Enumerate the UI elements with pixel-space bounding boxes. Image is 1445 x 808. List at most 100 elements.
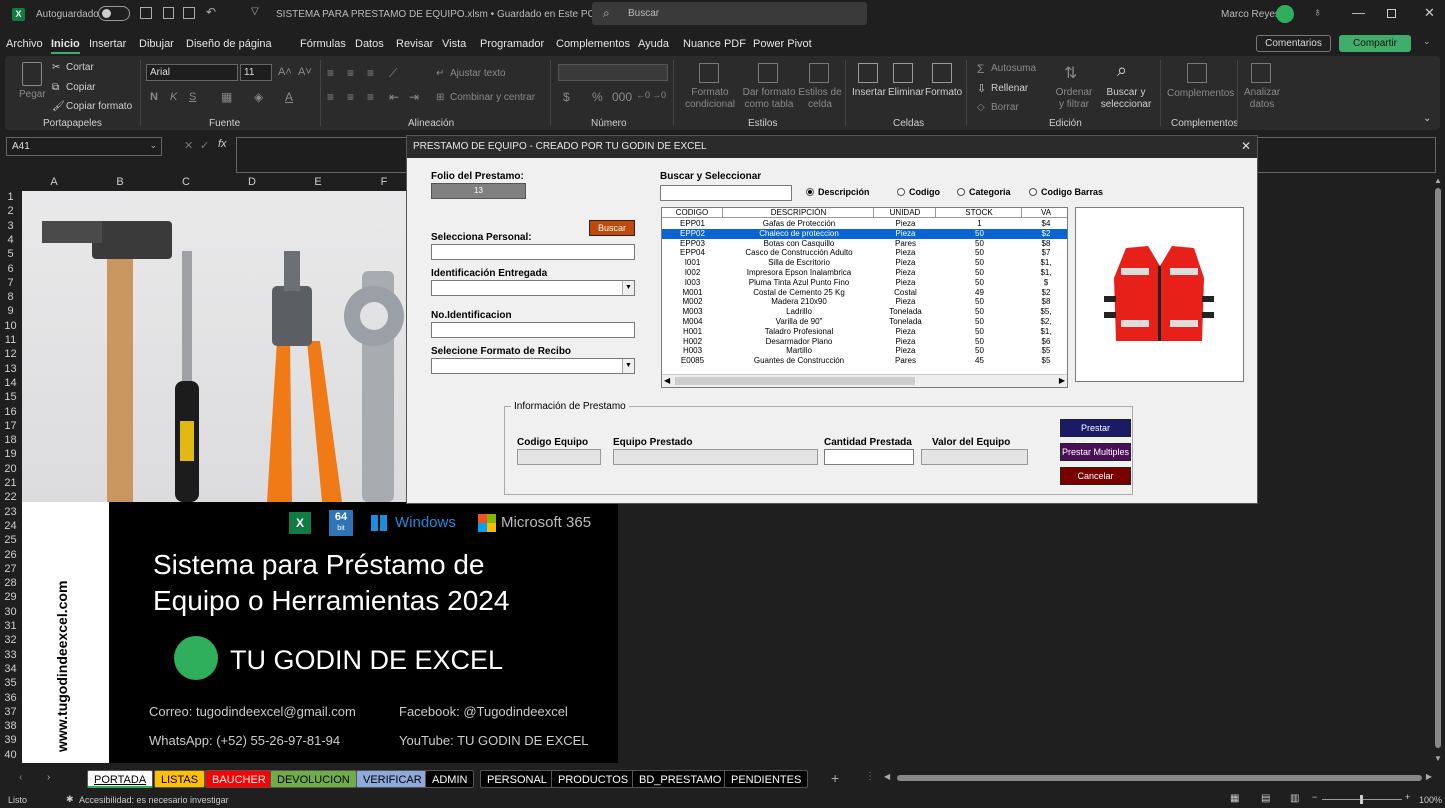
row-header[interactable]: 6 — [0, 263, 21, 275]
wrap-icon[interactable]: ↵ — [436, 68, 444, 79]
sheet-tab-personal[interactable]: PERSONAL — [480, 770, 554, 788]
zoom-slider-thumb[interactable] — [1360, 795, 1363, 804]
fill-icon[interactable]: ⇩ — [977, 82, 986, 95]
row-header[interactable]: 30 — [0, 606, 21, 618]
scroll-down-icon[interactable]: ▼ — [1434, 754, 1442, 763]
add-sheet-icon[interactable]: + — [831, 770, 839, 786]
row-header[interactable]: 22 — [0, 491, 21, 503]
merge-icon[interactable]: ⊞ — [436, 92, 444, 103]
sheet-tab-devolucion[interactable]: DEVOLUCION — [270, 770, 357, 788]
delete-cells-icon[interactable] — [893, 63, 913, 83]
collapse-ribbon-icon[interactable]: ⌄ — [1423, 113, 1431, 124]
scroll-left-icon[interactable]: ◀ — [664, 376, 670, 385]
confirm-icon[interactable]: ✓ — [200, 139, 209, 152]
quantity-input[interactable] — [824, 449, 914, 465]
row-header[interactable]: 16 — [0, 406, 21, 418]
decrease-decimal-icon[interactable]: →0 — [652, 90, 666, 100]
menu-dibujar[interactable]: Dibujar — [139, 38, 174, 50]
delete-cells-label[interactable]: Eliminar — [888, 87, 924, 98]
radio-codigo-barras[interactable] — [1029, 188, 1037, 196]
normal-view-icon[interactable]: ▦ — [1230, 793, 1239, 804]
listbox-row[interactable]: H003 Martillo Pieza 50 $5 — [662, 346, 1067, 356]
radio-descripcion-label[interactable]: Descripción — [818, 187, 870, 197]
dropdown-arrow-icon[interactable]: ▼ — [622, 281, 634, 295]
sheet-tab-verificar[interactable]: VERIFICAR — [356, 770, 429, 788]
lend-individual-button[interactable]: Prestar Individual — [1060, 419, 1131, 449]
analyze-data-label[interactable]: Analizar datos — [1244, 87, 1280, 111]
listbox-row[interactable]: H001 Taladro Profesional Pieza 50 $1, — [662, 327, 1067, 337]
row-header[interactable]: 3 — [0, 220, 21, 232]
product-listbox[interactable]: CODIGO DESCRIPCIÓN UNIDAD STOCK VA EPP01… — [661, 207, 1068, 388]
copy-label[interactable]: Copiar — [66, 82, 95, 93]
menu-insertar[interactable]: Insertar — [89, 38, 126, 50]
align-center-icon[interactable]: ≡ — [347, 90, 354, 104]
dropdown-arrow-icon[interactable]: ▼ — [622, 359, 634, 373]
dialog-close-icon[interactable]: ✕ — [1241, 139, 1251, 153]
more-options-icon[interactable]: ⋮ — [865, 771, 875, 782]
merge-label[interactable]: Combinar y centrar — [450, 92, 535, 103]
align-top-icon[interactable]: ≡ — [327, 66, 334, 80]
row-header[interactable]: 13 — [0, 363, 21, 375]
radio-codigo[interactable] — [897, 188, 905, 196]
paste-label[interactable]: Pegar — [19, 89, 46, 100]
radio-codigo-barras-label[interactable]: Codigo Barras — [1041, 187, 1103, 197]
conditional-format-label[interactable]: Formato condicional — [682, 87, 738, 111]
analyze-data-icon[interactable] — [1251, 63, 1271, 83]
row-header[interactable]: 18 — [0, 434, 21, 446]
listbox-row[interactable]: H002 Desarmador Plano Pieza 50 $6 — [662, 337, 1067, 347]
shrink-font-icon[interactable]: A˅ — [298, 66, 312, 78]
listbox-row[interactable]: E0085 Guantes de Construcción Pares 45 $5 — [662, 356, 1067, 366]
row-header[interactable]: 10 — [0, 320, 21, 332]
row-header[interactable]: 37 — [0, 706, 21, 718]
sheet-tab-pendientes[interactable]: PENDIENTES — [724, 770, 809, 788]
row-header[interactable]: 17 — [0, 420, 21, 432]
cancel-button[interactable]: Cancelar — [1060, 467, 1131, 485]
sort-filter-icon[interactable]: ⇅ — [1064, 63, 1077, 83]
autosum-icon[interactable]: Σ — [977, 62, 984, 76]
row-header[interactable]: 40 — [0, 749, 21, 761]
column-header-e[interactable]: E — [286, 176, 350, 190]
indent-decrease-icon[interactable]: ⇤ — [389, 90, 399, 104]
cancel-icon[interactable]: ✕ — [184, 139, 193, 152]
row-header[interactable]: 21 — [0, 477, 21, 489]
function-icon[interactable]: fx — [218, 138, 227, 150]
underline-icon[interactable]: S — [189, 91, 196, 103]
tab-scroll-left-icon[interactable]: ‹ — [19, 772, 22, 783]
menu-datos[interactable]: Datos — [355, 38, 384, 50]
menu-inicio[interactable]: Inicio — [51, 38, 80, 54]
accessibility-status[interactable]: Accesibilidad: es necesario investigar — [79, 795, 229, 805]
row-header[interactable]: 33 — [0, 649, 21, 661]
row-header[interactable]: 20 — [0, 463, 21, 475]
undo-icon[interactable]: ↶ — [206, 5, 216, 19]
autosave-toggle[interactable] — [98, 6, 130, 21]
row-header[interactable]: 26 — [0, 549, 21, 561]
radio-categoria-label[interactable]: Categoria — [969, 187, 1011, 197]
column-header-c[interactable]: C — [154, 176, 218, 190]
hscroll-right-icon[interactable]: ▶ — [1426, 772, 1432, 781]
customize-icon[interactable]: ▽ — [251, 6, 259, 17]
format-painter-label[interactable]: Copiar formato — [66, 101, 132, 112]
eraser-icon[interactable]: ◇ — [977, 102, 985, 113]
listbox-row[interactable]: M002 Madera 210x90 Pieza 50 $8 — [662, 297, 1067, 307]
listbox-row[interactable]: M004 Varilla de 90" Tonelada 50 $2, — [662, 317, 1067, 327]
product-search-input[interactable] — [660, 185, 792, 201]
listbox-row[interactable]: EPP03 Botas con Casquillo Pares 50 $8 — [662, 239, 1067, 249]
radio-descripcion[interactable] — [806, 188, 814, 196]
minimize-icon[interactable]: — — [1352, 5, 1365, 20]
column-header-b[interactable]: B — [88, 176, 152, 190]
row-header[interactable]: 25 — [0, 534, 21, 546]
row-header[interactable]: 19 — [0, 448, 21, 460]
listbox-row[interactable]: I001 Silla de Escritorio Pieza 50 $1, — [662, 258, 1067, 268]
number-format-select[interactable] — [558, 64, 668, 81]
scroll-up-icon[interactable]: ▲ — [1434, 176, 1442, 185]
new-sheet-icon[interactable] — [163, 7, 174, 19]
sheet-tab-bd-prestamo[interactable]: BD_PRESTAMO — [632, 770, 729, 788]
comments-button[interactable]: Comentarios — [1256, 35, 1331, 52]
row-header[interactable]: 38 — [0, 720, 21, 732]
row-header[interactable]: 1 — [0, 191, 21, 203]
id-number-input[interactable] — [431, 322, 635, 338]
lend-multiple-button[interactable]: Prestar Multiples — [1060, 443, 1131, 461]
orientation-icon[interactable]: ⟋ — [389, 66, 397, 81]
wrap-text-label[interactable]: Ajustar texto — [450, 68, 506, 79]
menu-powerpivot[interactable]: Power Pivot — [753, 38, 812, 50]
